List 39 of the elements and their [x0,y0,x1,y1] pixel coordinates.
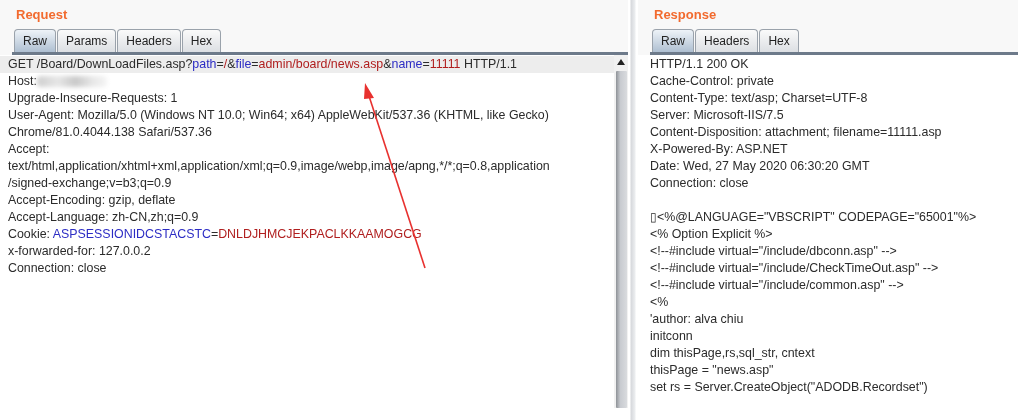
code-line: Cache-Control: private [649,73,775,90]
code-line: x-forwarded-for: 127.0.0.2 [7,243,152,260]
tab[interactable]: Hex [759,29,799,52]
code-line: 'author: alva chiu [649,311,745,328]
code-line: Content-Type: text/asp; Charset=UTF-8 [649,90,869,107]
code-line: Date: Wed, 27 May 2020 06:30:20 GMT [649,158,871,175]
code-line: /signed-exchange;v=b3;q=0.9 [7,175,173,192]
code-line: Server: Microsoft-IIS/7.5 [649,107,785,124]
tab[interactable]: Headers [117,29,181,52]
code-line: <!--#include virtual="/include/common.asp" --> [649,277,905,294]
code-line: Content-Disposition: attachment; filename=11111.asp [649,124,943,141]
panel-title: Response [653,6,717,24]
code-line: HTTP/1.1 200 OK [649,56,750,73]
code-line: Host: [0,73,614,90]
code-line: <!--#include virtual="/include/dbconn.asp" --> [649,243,898,260]
code-line: thisPage = "news.asp" [649,362,775,379]
code-line: Accept-Language: zh-CN,zh;q=0.9 [7,209,200,226]
code-line: Upgrade-Insecure-Requests: 1 [7,90,179,107]
code-line: Accept-Encoding: gzip, deflate [7,192,177,209]
code-line: initconn [649,328,694,345]
code-line: set rs = Server.CreateObject("ADODB.Recordset") [649,379,929,396]
code-line: Accept: [7,141,51,158]
code-line: X-Powered-By: ASP.NET [649,141,789,158]
redaction-blur [36,76,107,88]
scrollbar[interactable] [614,55,628,408]
code-line: <!--#include virtual="/include/CheckTimeOut.asp" --> [649,260,940,277]
code-line: dim thisPage,rs,sql_str, cntext [649,345,816,362]
code-line: Connection: close [7,260,108,277]
tab[interactable]: Raw [652,29,694,52]
tab[interactable]: Hex [181,29,222,52]
panel-title: Request [15,6,68,24]
tab[interactable]: Headers [695,29,759,52]
code-line: Connection: close [649,175,750,192]
code-line: ▯<%@LANGUAGE="VBSCRIPT" CODEPAGE="65001"%> [649,209,978,226]
code-line: <% [649,294,670,311]
code-line: Chrome/81.0.4044.138 Safari/537.36 [7,124,213,141]
code-line: <% Option Explicit %> [649,226,774,243]
tab[interactable]: Params [57,29,117,52]
tab[interactable]: Raw [14,29,56,52]
